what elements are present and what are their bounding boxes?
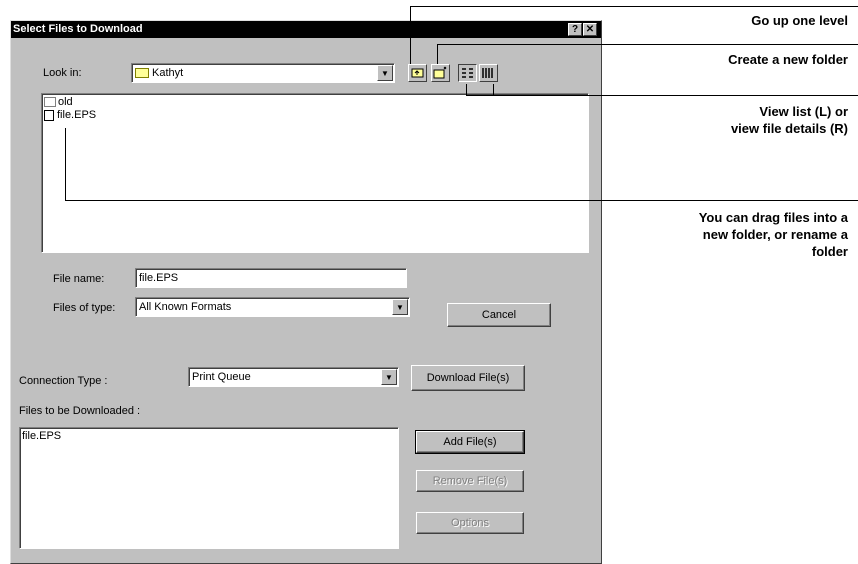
cancel-button[interactable]: Cancel [447,303,551,327]
help-button[interactable]: ? [568,23,582,36]
file-name-input[interactable]: file.EPS [135,268,407,288]
list-view-icon [462,68,473,78]
files-of-type-select[interactable]: All Known Formats ▼ [135,297,410,317]
details-view-button[interactable] [479,64,498,82]
annotation-up-level: Go up one level [751,13,848,28]
chevron-down-icon[interactable]: ▼ [377,65,393,81]
download-list[interactable]: file.EPS [19,427,399,549]
new-folder-icon [433,66,447,79]
files-of-type-label: Files of type: [53,302,116,314]
callout-line-up-level-vertical [410,6,411,64]
annotation-new-folder: Create a new folder [728,52,848,67]
up-folder-icon [411,68,424,78]
connection-type-select[interactable]: Print Queue ▼ [188,367,399,387]
callout-line-up-level [410,6,858,7]
files-to-download-label: Files to be Downloaded : [19,405,141,417]
download-files-button[interactable]: Download File(s) [411,365,525,391]
connection-type-value: Print Queue [192,371,251,383]
file-icon [44,109,54,121]
options-button[interactable]: Options [416,512,524,534]
list-item-folder[interactable]: old [44,96,73,108]
folder-icon [44,97,56,108]
file-list[interactable]: old file.EPS [41,93,589,253]
callout-line-view [466,95,858,96]
chevron-down-icon[interactable]: ▼ [381,369,397,385]
annotation-view-line-2: view file details (R) [730,121,848,136]
annotation-drag-line-3: folder [811,244,848,259]
callout-line-new-folder [437,44,858,45]
look-in-select[interactable]: Kathyt ▼ [131,63,395,83]
dialog-title: Select Files to Download [13,23,143,35]
file-name-label: File name: [53,273,105,285]
select-files-dialog: Select Files to Download ? ✕ Look in: Ka… [10,20,602,564]
list-view-button[interactable] [458,64,477,82]
annotation-drag-line-2: new folder, or rename a [702,227,848,242]
chevron-down-icon[interactable]: ▼ [392,299,408,315]
callout-line-view-right [493,84,494,96]
remove-files-button[interactable]: Remove File(s) [416,470,524,492]
files-of-type-value: All Known Formats [139,301,232,313]
callout-line-drag-vertical [65,128,66,201]
folder-icon [135,68,149,79]
annotation-drag-line-1: You can drag files into a [698,210,848,225]
connection-type-label: Connection Type : [19,375,108,387]
add-files-button[interactable]: Add File(s) [415,430,525,454]
callout-line-view-left [466,84,467,96]
close-button[interactable]: ✕ [583,23,597,36]
up-one-level-button[interactable] [408,64,427,82]
annotation-view-line-1: View list (L) or [759,104,848,119]
callout-line-drag [65,200,858,201]
list-item-file[interactable]: file.EPS [44,109,96,121]
dialog-titlebar: Select Files to Download [11,21,601,38]
look-in-label: Look in: [43,67,82,79]
look-in-value: Kathyt [152,67,184,79]
callout-line-new-folder-vertical [437,44,438,64]
file-list-item-label: old [58,96,73,108]
details-view-icon [482,68,493,78]
file-list-item-label: file.EPS [57,109,97,121]
list-item[interactable]: file.EPS [22,430,61,442]
new-folder-button[interactable] [431,64,450,82]
